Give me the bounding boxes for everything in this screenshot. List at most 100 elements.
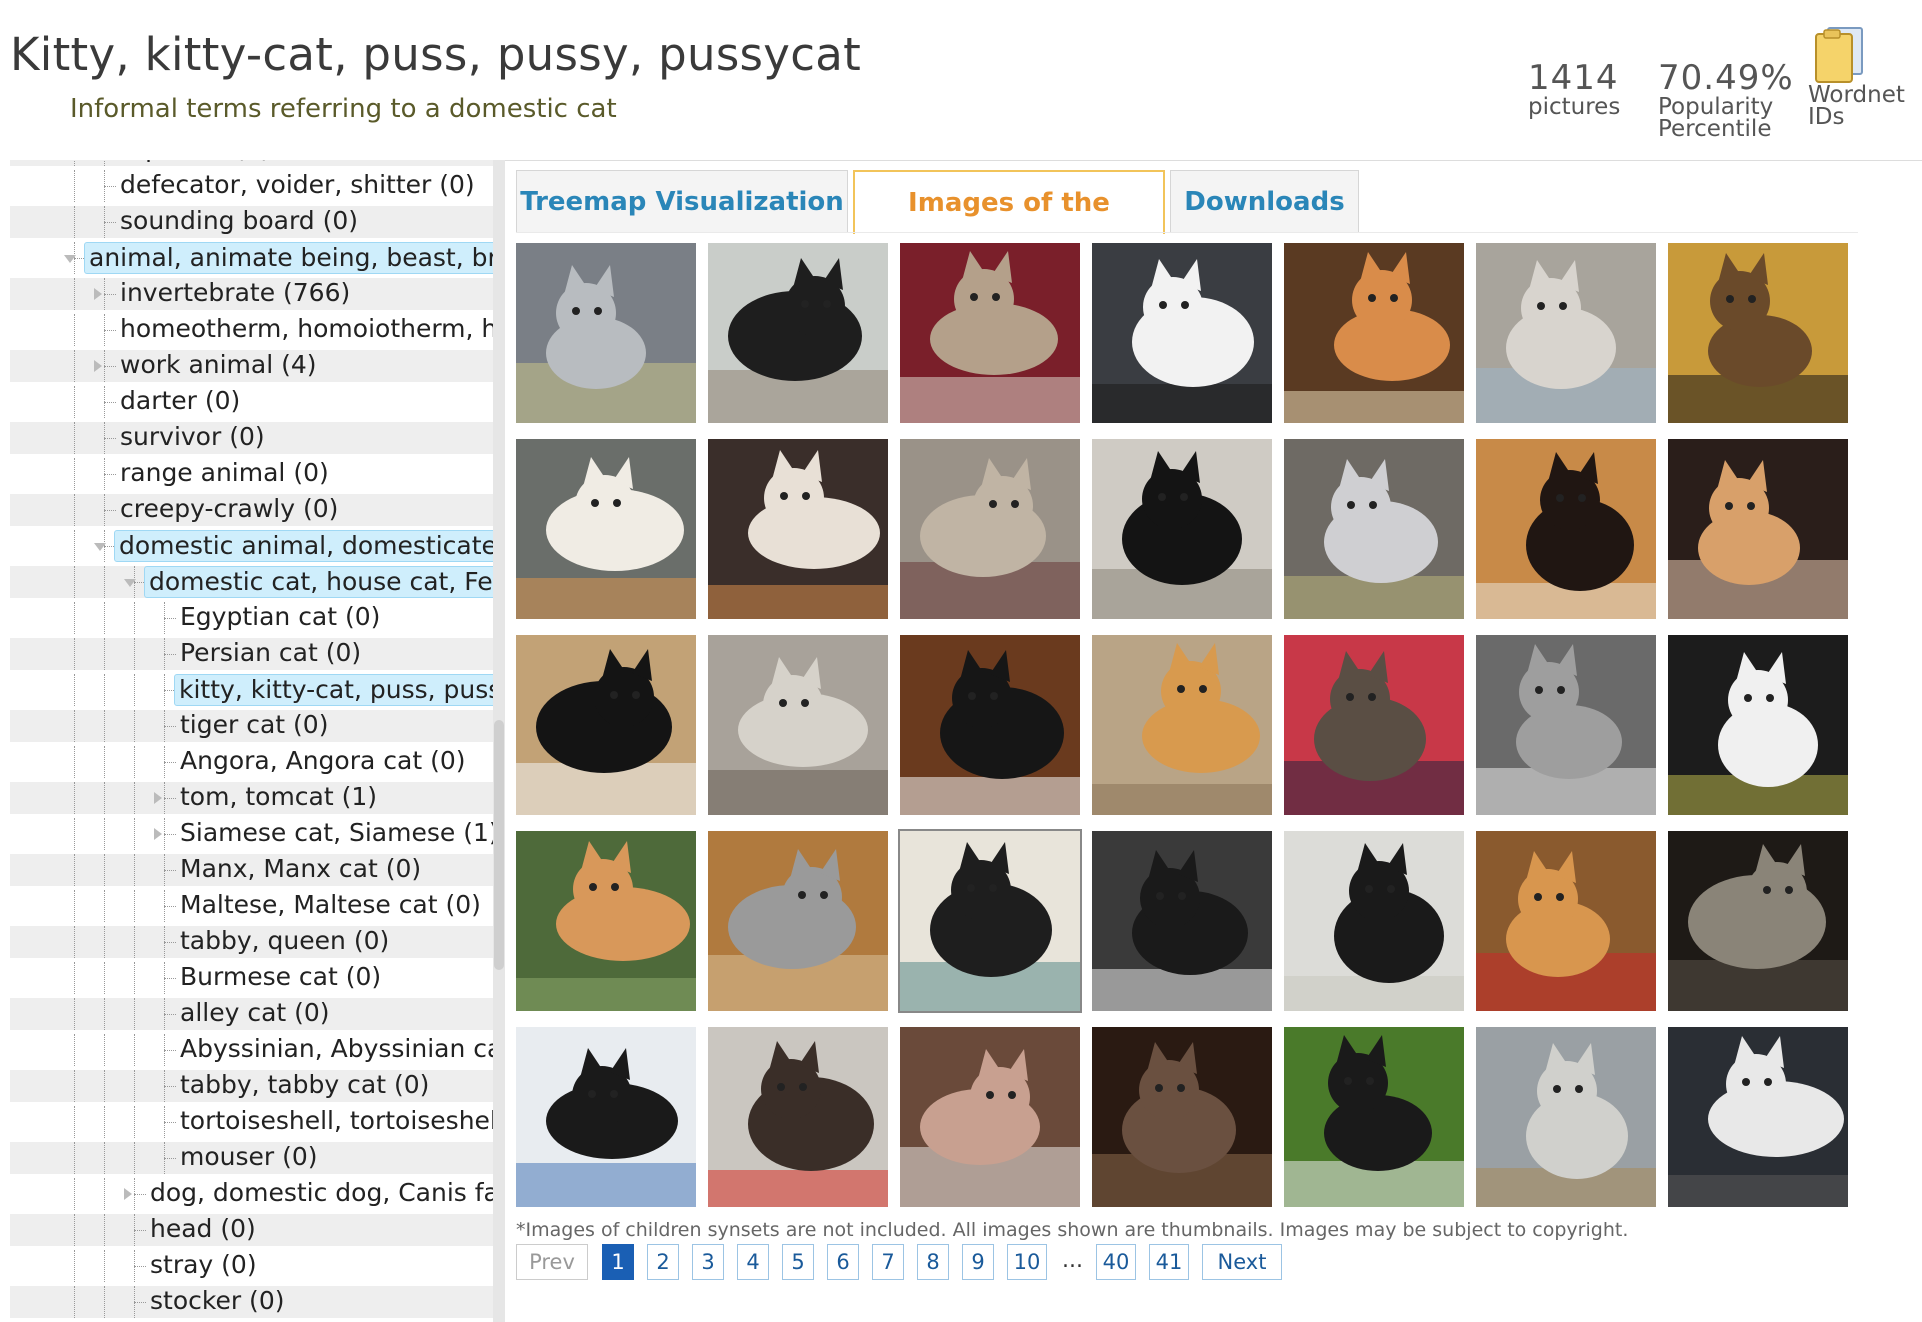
tab-treemap-visualization[interactable]: Treemap Visualization (516, 170, 848, 233)
black-white-cat-closeup-photo[interactable] (1668, 635, 1848, 815)
orange-cat-on-green-blanket-photo[interactable] (516, 831, 696, 1011)
gray-white-cat-sitting-photo[interactable] (1476, 635, 1656, 815)
tree-item-label[interactable]: creepy-crawly (0) (118, 494, 340, 524)
cat-stretched-on-quilt-photo[interactable] (898, 829, 1082, 1013)
tree-item[interactable]: kitty, kitty-cat, puss, puss (10, 674, 494, 706)
tree-item[interactable]: head (0) (10, 1214, 494, 1246)
tree-item[interactable]: sounding board (0) (10, 206, 494, 238)
tabby-cat-with-bowl-photo[interactable] (1668, 243, 1848, 423)
tuxedo-cat-in-plants-photo[interactable] (1284, 1027, 1464, 1207)
tree-item[interactable]: tortoiseshell, tortoiseshel (10, 1106, 494, 1138)
gray-white-cat-face-photo[interactable] (1284, 439, 1464, 619)
tree-item[interactable]: invertebrate (766) (10, 278, 494, 310)
tree-item[interactable]: Abyssinian, Abyssinian ca (10, 1034, 494, 1066)
expand-arrow-icon[interactable] (154, 828, 162, 840)
page-7-button[interactable]: 7 (872, 1244, 904, 1280)
tree-item[interactable]: creepy-crawly (0) (10, 494, 494, 526)
tree-item-label[interactable]: work animal (4) (118, 350, 319, 380)
tree-item-label[interactable]: Persian cat (0) (178, 638, 363, 668)
gray-cat-standing-floor-photo[interactable] (708, 831, 888, 1011)
page-40-button[interactable]: 40 (1096, 1244, 1136, 1280)
page-10-button[interactable]: 10 (1007, 1244, 1047, 1280)
black-cat-sitting-photo[interactable] (1092, 439, 1272, 619)
tree-item-label[interactable]: tiger cat (0) (178, 710, 330, 740)
tree-item-label[interactable]: animal, animate being, beast, brute (84, 242, 494, 274)
tree-item[interactable]: homeotherm, homoiotherm, hor (10, 314, 494, 346)
tree-item[interactable]: survivor (0) (10, 422, 494, 454)
tree-item[interactable]: Egyptian cat (0) (10, 602, 494, 634)
tree-item[interactable]: Manx, Manx cat (0) (10, 854, 494, 886)
page-2-button[interactable]: 2 (647, 1244, 679, 1280)
tree-item-label[interactable]: stray (0) (148, 1250, 259, 1280)
white-cat-lying-photo[interactable] (1092, 243, 1272, 423)
orange-cat-on-wood-floor-photo[interactable] (1092, 635, 1272, 815)
gray-cat-closeup-photo[interactable] (516, 243, 696, 423)
tree-item-label[interactable]: domestic animal, domesticated (114, 530, 494, 562)
tree-item[interactable]: defecator, voider, shitter (0) (10, 170, 494, 202)
expand-arrow-icon[interactable] (94, 288, 102, 300)
page-8-button[interactable]: 8 (917, 1244, 949, 1280)
tab-downloads[interactable]: Downloads (1170, 170, 1359, 233)
tree-item-label[interactable]: Abyssinian, Abyssinian ca (178, 1034, 494, 1064)
tab-images-of-synset[interactable]: Images of the Synset (853, 170, 1165, 280)
tree-item-label[interactable]: domestic cat, house cat, Feli (144, 566, 494, 598)
collapse-arrow-icon[interactable] (94, 543, 106, 551)
expand-arrow-icon[interactable] (124, 1188, 132, 1200)
orange-kitten-in-bag-photo[interactable] (1284, 243, 1464, 423)
tree-item[interactable]: Siamese cat, Siamese (1) (10, 818, 494, 850)
tree-item-label[interactable]: tortoiseshell, tortoiseshel (178, 1106, 494, 1136)
gray-cat-sleeping-photo[interactable] (708, 635, 888, 815)
tree-item[interactable]: Angora, Angora cat (0) (10, 746, 494, 778)
tree-item[interactable]: Persian cat (0) (10, 638, 494, 670)
page-1-button[interactable]: 1 (602, 1244, 634, 1280)
black-white-cat-in-bed-photo[interactable] (1284, 831, 1464, 1011)
tree-item[interactable]: stocker (0) (10, 1286, 494, 1318)
tree-item[interactable]: domestic cat, house cat, Feli (10, 566, 494, 598)
tree-item[interactable]: work animal (4) (10, 350, 494, 382)
tree-item-label[interactable]: range animal (0) (118, 458, 331, 488)
black-white-cat-sleeping-photo[interactable] (516, 1027, 696, 1207)
tree-item-label[interactable]: Maltese, Maltese cat (0) (178, 890, 483, 920)
tree-item[interactable]: tiger cat (0) (10, 710, 494, 742)
tree-item[interactable]: domestic animal, domesticated (10, 530, 494, 562)
tree-item-label[interactable]: stocker (0) (148, 1286, 286, 1316)
black-cat-on-floor-photo[interactable] (1476, 439, 1656, 619)
tree-item[interactable]: Burmese cat (0) (10, 962, 494, 994)
page-9-button[interactable]: 9 (962, 1244, 994, 1280)
tree-item-label[interactable]: Angora, Angora cat (0) (178, 746, 468, 776)
next-page-button[interactable]: Next (1202, 1244, 1282, 1280)
tree-item-label[interactable]: tabby, tabby cat (0) (178, 1070, 431, 1100)
prev-page-button[interactable]: Prev (516, 1244, 588, 1280)
tuxedo-cat-on-laptop-photo[interactable] (1092, 831, 1272, 1011)
tabby-cat-on-red-blanket-photo[interactable] (900, 243, 1080, 423)
tree-item[interactable]: range animal (0) (10, 458, 494, 490)
synset-tree[interactable]: repeater (0) defecator, voider, shitter (… (10, 160, 494, 1322)
tree-scrollbar[interactable] (493, 160, 505, 1322)
tree-item[interactable]: tabby, tabby cat (0) (10, 1070, 494, 1102)
page-6-button[interactable]: 6 (827, 1244, 859, 1280)
page-3-button[interactable]: 3 (692, 1244, 724, 1280)
page-5-button[interactable]: 5 (782, 1244, 814, 1280)
tree-scrollbar-thumb[interactable] (494, 720, 504, 970)
tree-item[interactable]: darter (0) (10, 386, 494, 418)
tree-item[interactable]: tabby, queen (0) (10, 926, 494, 958)
gray-cat-lying-floor-photo[interactable] (1476, 1027, 1656, 1207)
tree-item-label[interactable]: Burmese cat (0) (178, 962, 383, 992)
white-cat-dark-bg-photo[interactable] (1668, 1027, 1848, 1207)
person-with-kitten-photo[interactable] (900, 1027, 1080, 1207)
page-41-button[interactable]: 41 (1149, 1244, 1189, 1280)
collapse-arrow-icon[interactable] (64, 255, 76, 263)
tree-item-label[interactable]: tom, tomcat (1) (178, 782, 379, 812)
gray-tabby-dark-photo[interactable] (1668, 831, 1848, 1011)
tree-item-label[interactable]: homeotherm, homoiotherm, hor (118, 314, 494, 344)
tree-item[interactable]: Maltese, Maltese cat (0) (10, 890, 494, 922)
tree-item-label[interactable]: invertebrate (766) (118, 278, 352, 308)
tree-item-label[interactable]: kitty, kitty-cat, puss, puss (174, 674, 494, 706)
page-4-button[interactable]: 4 (737, 1244, 769, 1280)
tree-item[interactable]: stray (0) (10, 1250, 494, 1282)
tree-item[interactable]: tom, tomcat (1) (10, 782, 494, 814)
tree-item[interactable]: mouser (0) (10, 1142, 494, 1174)
tree-item[interactable]: dog, domestic dog, Canis far (10, 1178, 494, 1210)
black-white-cat-on-floor-photo[interactable] (516, 635, 696, 815)
black-cat-on-cat-tree-photo[interactable] (708, 243, 888, 423)
